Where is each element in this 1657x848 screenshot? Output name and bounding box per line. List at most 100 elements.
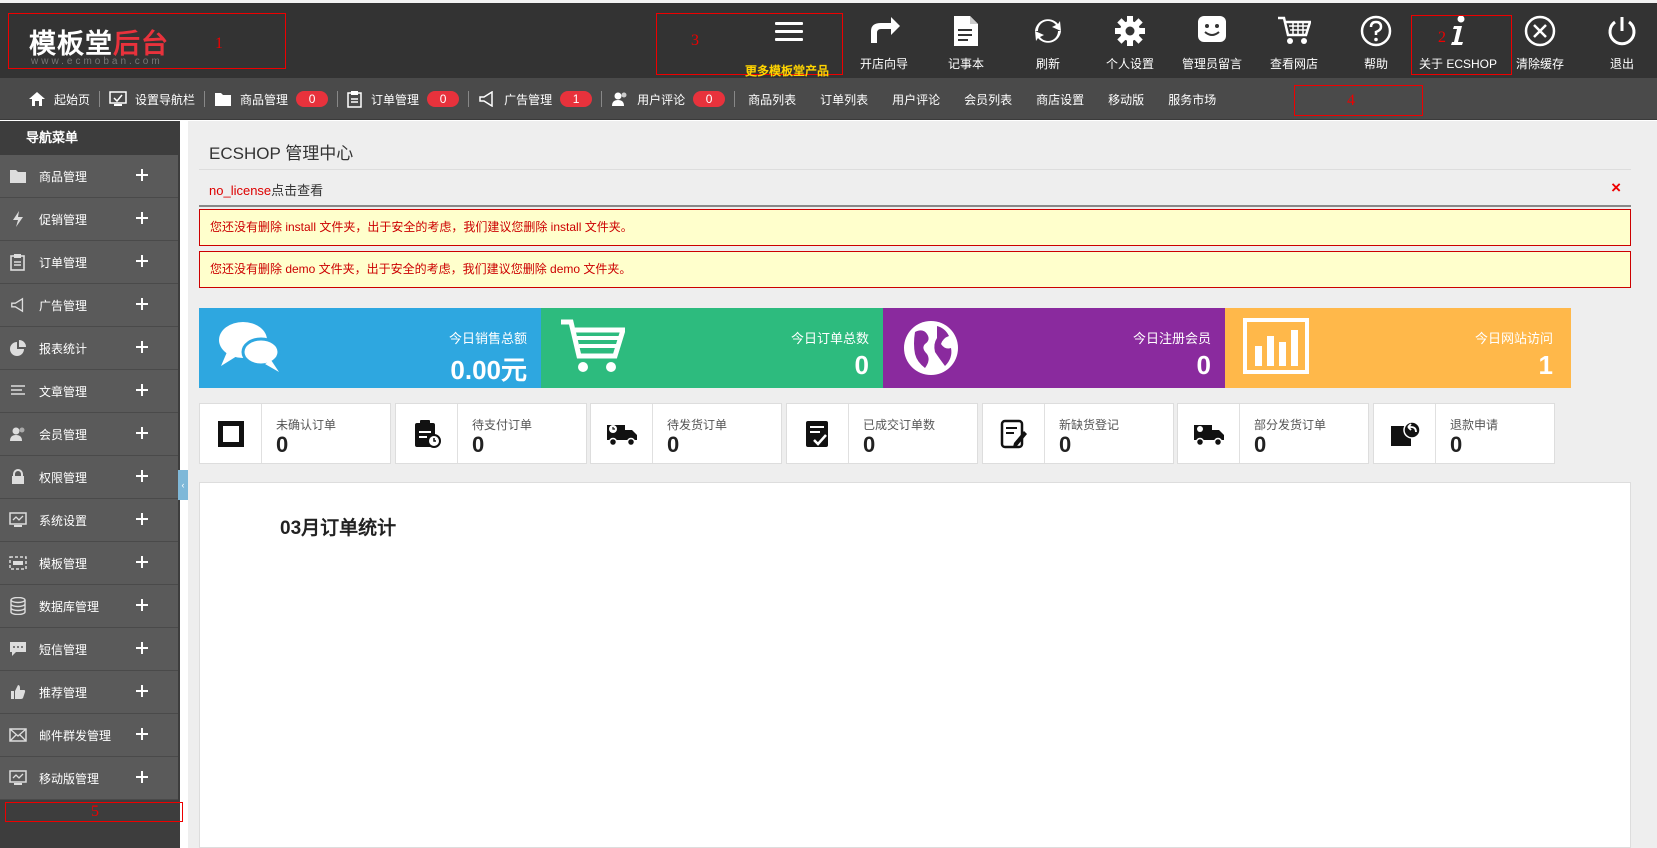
expand-plus-icon[interactable] xyxy=(136,384,148,396)
quicknav-orders[interactable]: 订单管理 0 xyxy=(347,90,460,108)
sidebar-item-promotion[interactable]: 促销管理 xyxy=(0,198,178,241)
expand-plus-icon[interactable] xyxy=(136,470,148,482)
quicknav-mobile[interactable]: 移动版 xyxy=(1108,91,1144,108)
text-lines-icon xyxy=(9,382,27,400)
mini-label: 待发货订单 xyxy=(667,418,728,432)
more-products-button[interactable]: 3 更多模板堂产品 xyxy=(656,13,843,78)
mini-card-unpaid[interactable]: 待支付订单 0 xyxy=(395,403,587,464)
mini-label: 新缺货登记 xyxy=(1059,418,1120,432)
tool-view-shop[interactable]: 查看网店 xyxy=(1253,3,1335,78)
quicknav-member-list[interactable]: 会员列表 xyxy=(964,91,1012,108)
mini-card-completed[interactable]: 已成交订单数 0 xyxy=(786,403,978,464)
expand-plus-icon[interactable] xyxy=(136,513,148,525)
stat-card-members[interactable]: 今日注册会员 0 xyxy=(883,308,1229,388)
expand-plus-icon[interactable] xyxy=(136,685,148,697)
edit-document-icon xyxy=(1000,419,1027,448)
mini-value: 0 xyxy=(1254,432,1267,457)
sidebar-item-label: 促销管理 xyxy=(39,212,88,227)
tool-label: 查看网店 xyxy=(1269,57,1318,71)
stat-value: 0 xyxy=(1196,350,1211,380)
bar-chart-icon xyxy=(1243,318,1309,374)
quicknav-ads[interactable]: 广告管理 1 xyxy=(478,91,593,108)
folder-icon xyxy=(9,167,27,185)
sidebar-title: 导航菜单 xyxy=(26,130,79,145)
mini-value: 0 xyxy=(276,432,289,457)
quicknav-order-list[interactable]: 订单列表 xyxy=(820,91,868,108)
expand-plus-icon[interactable] xyxy=(136,599,148,611)
sidebar-item-articles[interactable]: 文章管理 xyxy=(0,370,178,413)
tool-help[interactable]: 帮助 xyxy=(1335,3,1417,78)
quicknav-shop-settings[interactable]: 商店设置 xyxy=(1036,91,1084,108)
tool-logout[interactable]: 退出 xyxy=(1581,3,1657,78)
quicknav-label: 广告管理 xyxy=(504,92,553,107)
quicknav-goods[interactable]: 商品管理 0 xyxy=(214,91,329,108)
quicknav-goods-list[interactable]: 商品列表 xyxy=(748,91,796,108)
stat-label: 今日注册会员 xyxy=(1132,331,1211,346)
license-link[interactable]: no_license点击查看 xyxy=(209,180,323,199)
sidebar-item-mobile[interactable]: 移动版管理 xyxy=(0,757,178,800)
quicknav-home[interactable]: 起始页 xyxy=(28,91,90,108)
logo-highlight-box: 模板堂后台 www.ecmoban.com xyxy=(8,13,286,69)
sidebar-item-mail[interactable]: 邮件群发管理 xyxy=(0,714,178,757)
quicknav-set-nav[interactable]: 设置导航栏 xyxy=(109,91,195,108)
globe-icon xyxy=(904,321,958,375)
tool-label: 个人设置 xyxy=(1105,57,1154,71)
megaphone-icon xyxy=(9,296,27,314)
expand-plus-icon[interactable] xyxy=(136,556,148,568)
expand-plus-icon[interactable] xyxy=(136,427,148,439)
tool-refresh[interactable]: 刷新 xyxy=(1007,3,1089,78)
license-view-link: 点击查看 xyxy=(271,183,324,198)
sidebar-item-label: 系统设置 xyxy=(39,513,88,528)
tool-notepad[interactable]: 记事本 xyxy=(925,3,1007,78)
tool-personal-settings[interactable]: 个人设置 xyxy=(1089,3,1171,78)
mini-card-to-ship[interactable]: 待发货订单 0 xyxy=(590,403,782,464)
mini-card-refund[interactable]: 退款申请 0 xyxy=(1373,403,1555,464)
tool-label: 记事本 xyxy=(947,57,984,71)
quicknav-reviews[interactable]: 用户评论 0 xyxy=(611,91,726,108)
users-icon xyxy=(612,92,627,106)
sidebar-item-permissions[interactable]: 权限管理 xyxy=(0,456,178,499)
stat-card-sales[interactable]: 今日销售总额 0.00元 xyxy=(199,308,545,388)
mini-card-unconfirmed[interactable]: 未确认订单 0 xyxy=(199,403,391,464)
mini-value: 0 xyxy=(1450,432,1463,457)
sidebar-item-sms[interactable]: 短信管理 xyxy=(0,628,178,671)
expand-plus-icon[interactable] xyxy=(136,642,148,654)
stat-card-visits[interactable]: 今日网站访问 1 xyxy=(1225,308,1571,388)
mini-card-out-of-stock[interactable]: 新缺货登记 0 xyxy=(982,403,1174,464)
stat-label: 今日订单总数 xyxy=(790,331,869,346)
expand-plus-icon[interactable] xyxy=(136,298,148,310)
count-badge: 1 xyxy=(560,91,593,107)
sidebar-item-database[interactable]: 数据库管理 xyxy=(0,585,178,628)
expand-plus-icon[interactable] xyxy=(136,771,148,783)
mini-card-partial-ship[interactable]: 部分发货订单 0 xyxy=(1177,403,1369,464)
count-badge: 0 xyxy=(693,91,726,107)
tool-label: 刷新 xyxy=(1035,57,1060,71)
cart-icon xyxy=(1278,16,1311,44)
sidebar-item-members[interactable]: 会员管理 xyxy=(0,413,178,456)
sidebar-item-system[interactable]: 系统设置 xyxy=(0,499,178,542)
chart-title: 03月订单统计 xyxy=(280,518,397,539)
stat-card-orders[interactable]: 今日订单总数 0 xyxy=(541,308,887,388)
sidebar-item-orders[interactable]: 订单管理 xyxy=(0,241,178,284)
expand-plus-icon[interactable] xyxy=(136,169,148,181)
sidebar-item-label: 会员管理 xyxy=(39,427,88,442)
expand-plus-icon[interactable] xyxy=(136,728,148,740)
sidebar-collapse-toggle[interactable]: ‹ xyxy=(178,470,188,500)
database-icon xyxy=(9,597,27,615)
sidebar-item-recommend[interactable]: 推荐管理 xyxy=(0,671,178,714)
quicknav-service-market[interactable]: 服务市场 xyxy=(1168,91,1216,108)
sidebar-item-goods[interactable]: 商品管理 xyxy=(0,155,178,198)
sidebar-item-reports[interactable]: 报表统计 xyxy=(0,327,178,370)
quicknav-user-reviews[interactable]: 用户评论 xyxy=(892,91,940,108)
expand-plus-icon[interactable] xyxy=(136,341,148,353)
tool-admin-messages[interactable]: 管理员留言 xyxy=(1171,3,1253,78)
sidebar-item-templates[interactable]: 模板管理 xyxy=(0,542,178,585)
expand-plus-icon[interactable] xyxy=(136,212,148,224)
expand-plus-icon[interactable] xyxy=(136,255,148,267)
annotation-box-4: 4 xyxy=(1294,85,1423,116)
tool-shop-wizard[interactable]: 开店向导 xyxy=(843,3,925,78)
close-icon[interactable]: × xyxy=(1611,178,1621,198)
logo-text-main: 模板堂 xyxy=(29,29,113,59)
sidebar-item-label: 广告管理 xyxy=(39,298,88,313)
sidebar-item-ads[interactable]: 广告管理 xyxy=(0,284,178,327)
